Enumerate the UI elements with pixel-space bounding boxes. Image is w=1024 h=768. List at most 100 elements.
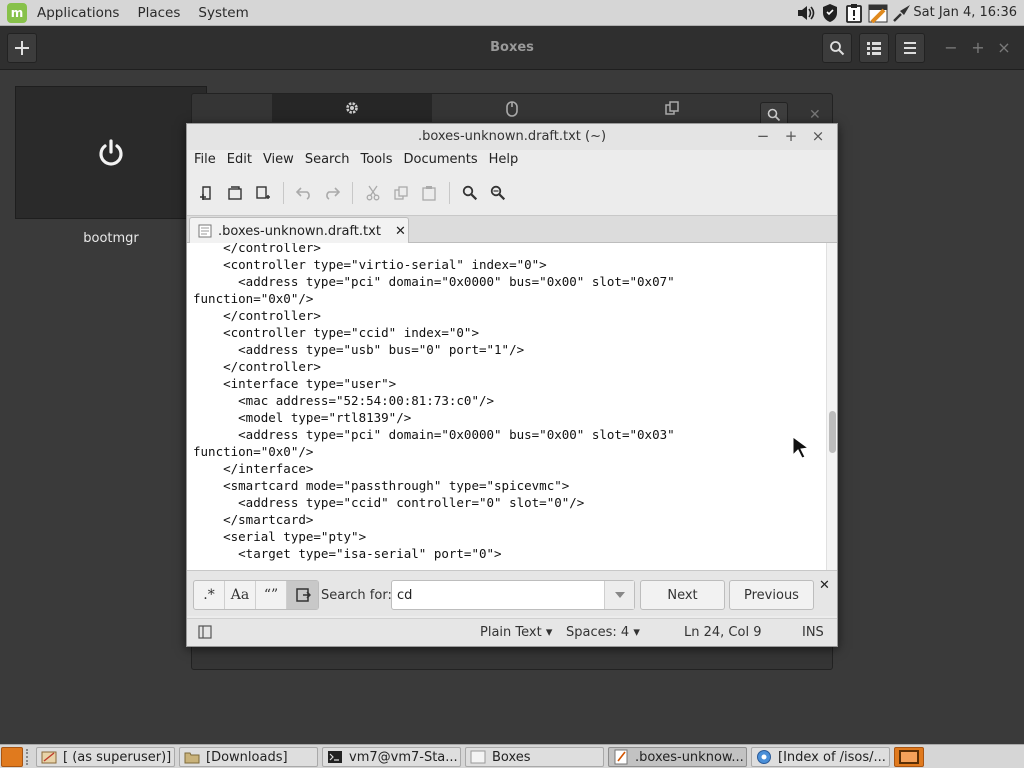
code-line: <serial type="pty">: [193, 529, 367, 544]
language-selector[interactable]: Plain Text ▾: [480, 625, 552, 640]
find-replace-button[interactable]: [484, 179, 512, 207]
vm-thumbnail[interactable]: [15, 86, 207, 219]
match-case-toggle[interactable]: Aa: [225, 581, 256, 609]
undo-icon: [296, 187, 310, 200]
code-line: </smartcard>: [193, 512, 314, 527]
search-option-toggles: .* Aa “”: [193, 580, 319, 610]
gedit-title: .boxes-unknown.draft.txt (~): [417, 129, 607, 144]
menu-applications[interactable]: Applications: [37, 5, 119, 21]
volume-icon[interactable]: [796, 3, 816, 23]
menu-system[interactable]: System: [198, 5, 248, 21]
wrap-around-icon: [295, 588, 311, 602]
open-document-button[interactable]: [221, 179, 249, 207]
new-document-icon: [200, 186, 211, 200]
search-button[interactable]: [822, 33, 852, 63]
save-document-button[interactable]: [249, 179, 277, 207]
gedit-minimize-button[interactable]: −: [755, 127, 771, 145]
paste-icon: [422, 186, 436, 201]
clipboard-alert-icon[interactable]: [844, 3, 864, 23]
folder-icon: [184, 749, 200, 765]
close-button[interactable]: ×: [995, 38, 1013, 57]
search-next-button[interactable]: Next: [640, 580, 725, 610]
selection-mode-button[interactable]: [859, 33, 889, 63]
taskbar: [ (as superuser)] [Downloads] vm7@vm7-St…: [0, 744, 1024, 768]
search-input[interactable]: [392, 581, 604, 609]
clock[interactable]: Sat Jan 4, 16:36: [913, 5, 1017, 20]
tab-snapshots[interactable]: [592, 94, 752, 122]
side-panel-toggle[interactable]: [195, 622, 215, 642]
search-previous-button[interactable]: Previous: [729, 580, 814, 610]
document-tab[interactable]: .boxes-unknown.draft.txt ✕: [189, 217, 409, 244]
cut-button[interactable]: [359, 179, 387, 207]
gedit-titlebar[interactable]: .boxes-unknown.draft.txt (~) − + ×: [187, 124, 837, 150]
task-boxes[interactable]: Boxes: [465, 747, 604, 767]
gedit-close-button[interactable]: ×: [810, 127, 826, 145]
new-document-button[interactable]: [193, 179, 221, 207]
task-text-editor[interactable]: .boxes-unknow...: [608, 747, 747, 767]
properties-close-icon[interactable]: ✕: [809, 107, 821, 123]
scrollbar-thumb[interactable]: [829, 411, 836, 453]
search-combo: [391, 580, 635, 610]
code-line: </controller>: [193, 359, 321, 374]
search-close-icon[interactable]: ✕: [819, 578, 830, 593]
menu-file[interactable]: File: [187, 150, 216, 172]
wrap-around-toggle[interactable]: [287, 581, 318, 609]
code-line: <interface type="user">: [193, 376, 397, 391]
menu-edit[interactable]: Edit: [220, 150, 252, 172]
toolbar-separator: [449, 182, 450, 204]
cursor-position: Ln 24, Col 9: [684, 625, 762, 640]
text-file-icon: [198, 224, 212, 238]
power-icon: [99, 138, 123, 166]
code-line: </interface>: [193, 461, 314, 476]
redo-icon: [326, 187, 340, 200]
shield-icon[interactable]: [820, 3, 840, 23]
minimize-button[interactable]: −: [942, 38, 960, 57]
task-browser[interactable]: [Index of /isos/...: [751, 747, 890, 767]
task-downloads[interactable]: [Downloads]: [179, 747, 318, 767]
editor-scrollbar[interactable]: [826, 243, 837, 570]
regex-toggle[interactable]: .*: [194, 581, 225, 609]
menu-tools[interactable]: Tools: [353, 150, 392, 172]
task-file-manager[interactable]: [ (as superuser)]: [36, 747, 175, 767]
gear-icon: [346, 102, 358, 114]
gedit-window: .boxes-unknown.draft.txt (~) − + × File …: [186, 123, 838, 647]
workspace-1[interactable]: [899, 750, 919, 764]
text-editor-area[interactable]: </controller> <controller type="virtio-s…: [187, 243, 837, 570]
tab-devices[interactable]: [432, 94, 592, 122]
whole-word-toggle[interactable]: “”: [256, 581, 287, 609]
vm-name-label[interactable]: bootmgr: [15, 231, 207, 246]
show-desktop-button[interactable]: [1, 747, 23, 767]
menu-help[interactable]: Help: [482, 150, 519, 172]
status-bar: Plain Text ▾ Spaces: 4 ▾ Ln 24, Col 9 IN…: [187, 618, 837, 646]
code-line: <address type="pci" domain="0x0000" bus=…: [193, 427, 675, 442]
menu-view[interactable]: View: [256, 150, 294, 172]
search-icon: [767, 108, 781, 122]
redo-button[interactable]: [318, 179, 346, 207]
gedit-maximize-button[interactable]: +: [783, 127, 799, 145]
maximize-button[interactable]: +: [969, 38, 987, 57]
menu-documents[interactable]: Documents: [397, 150, 478, 172]
chevron-down-icon: ▾: [633, 625, 640, 640]
code-line: </controller>: [193, 308, 321, 323]
mint-menu-icon[interactable]: m: [7, 2, 27, 23]
task-terminal[interactable]: vm7@vm7-Sta...: [322, 747, 461, 767]
paste-button[interactable]: [415, 179, 443, 207]
hamburger-menu-button[interactable]: [895, 33, 925, 63]
menu-search[interactable]: Search: [298, 150, 350, 172]
save-icon: [256, 186, 270, 199]
tab-width-selector[interactable]: Spaces: 4 ▾: [566, 625, 640, 640]
copy-button[interactable]: [387, 179, 415, 207]
toolbar-separator: [352, 182, 353, 204]
menu-places[interactable]: Places: [137, 5, 180, 21]
network-icon[interactable]: [892, 3, 912, 23]
undo-button[interactable]: [290, 179, 318, 207]
workspace-switcher[interactable]: [894, 747, 924, 767]
close-tab-icon[interactable]: ✕: [395, 224, 406, 239]
task-label: [Index of /isos/...: [778, 749, 886, 765]
code-line: <address type="usb" bus="0" port="1"/>: [193, 342, 525, 357]
find-button[interactable]: [456, 179, 484, 207]
tab-general[interactable]: [272, 94, 432, 122]
search-history-dropdown[interactable]: [604, 581, 634, 609]
calendar-icon[interactable]: [868, 3, 888, 23]
language-label: Plain Text: [480, 625, 542, 640]
